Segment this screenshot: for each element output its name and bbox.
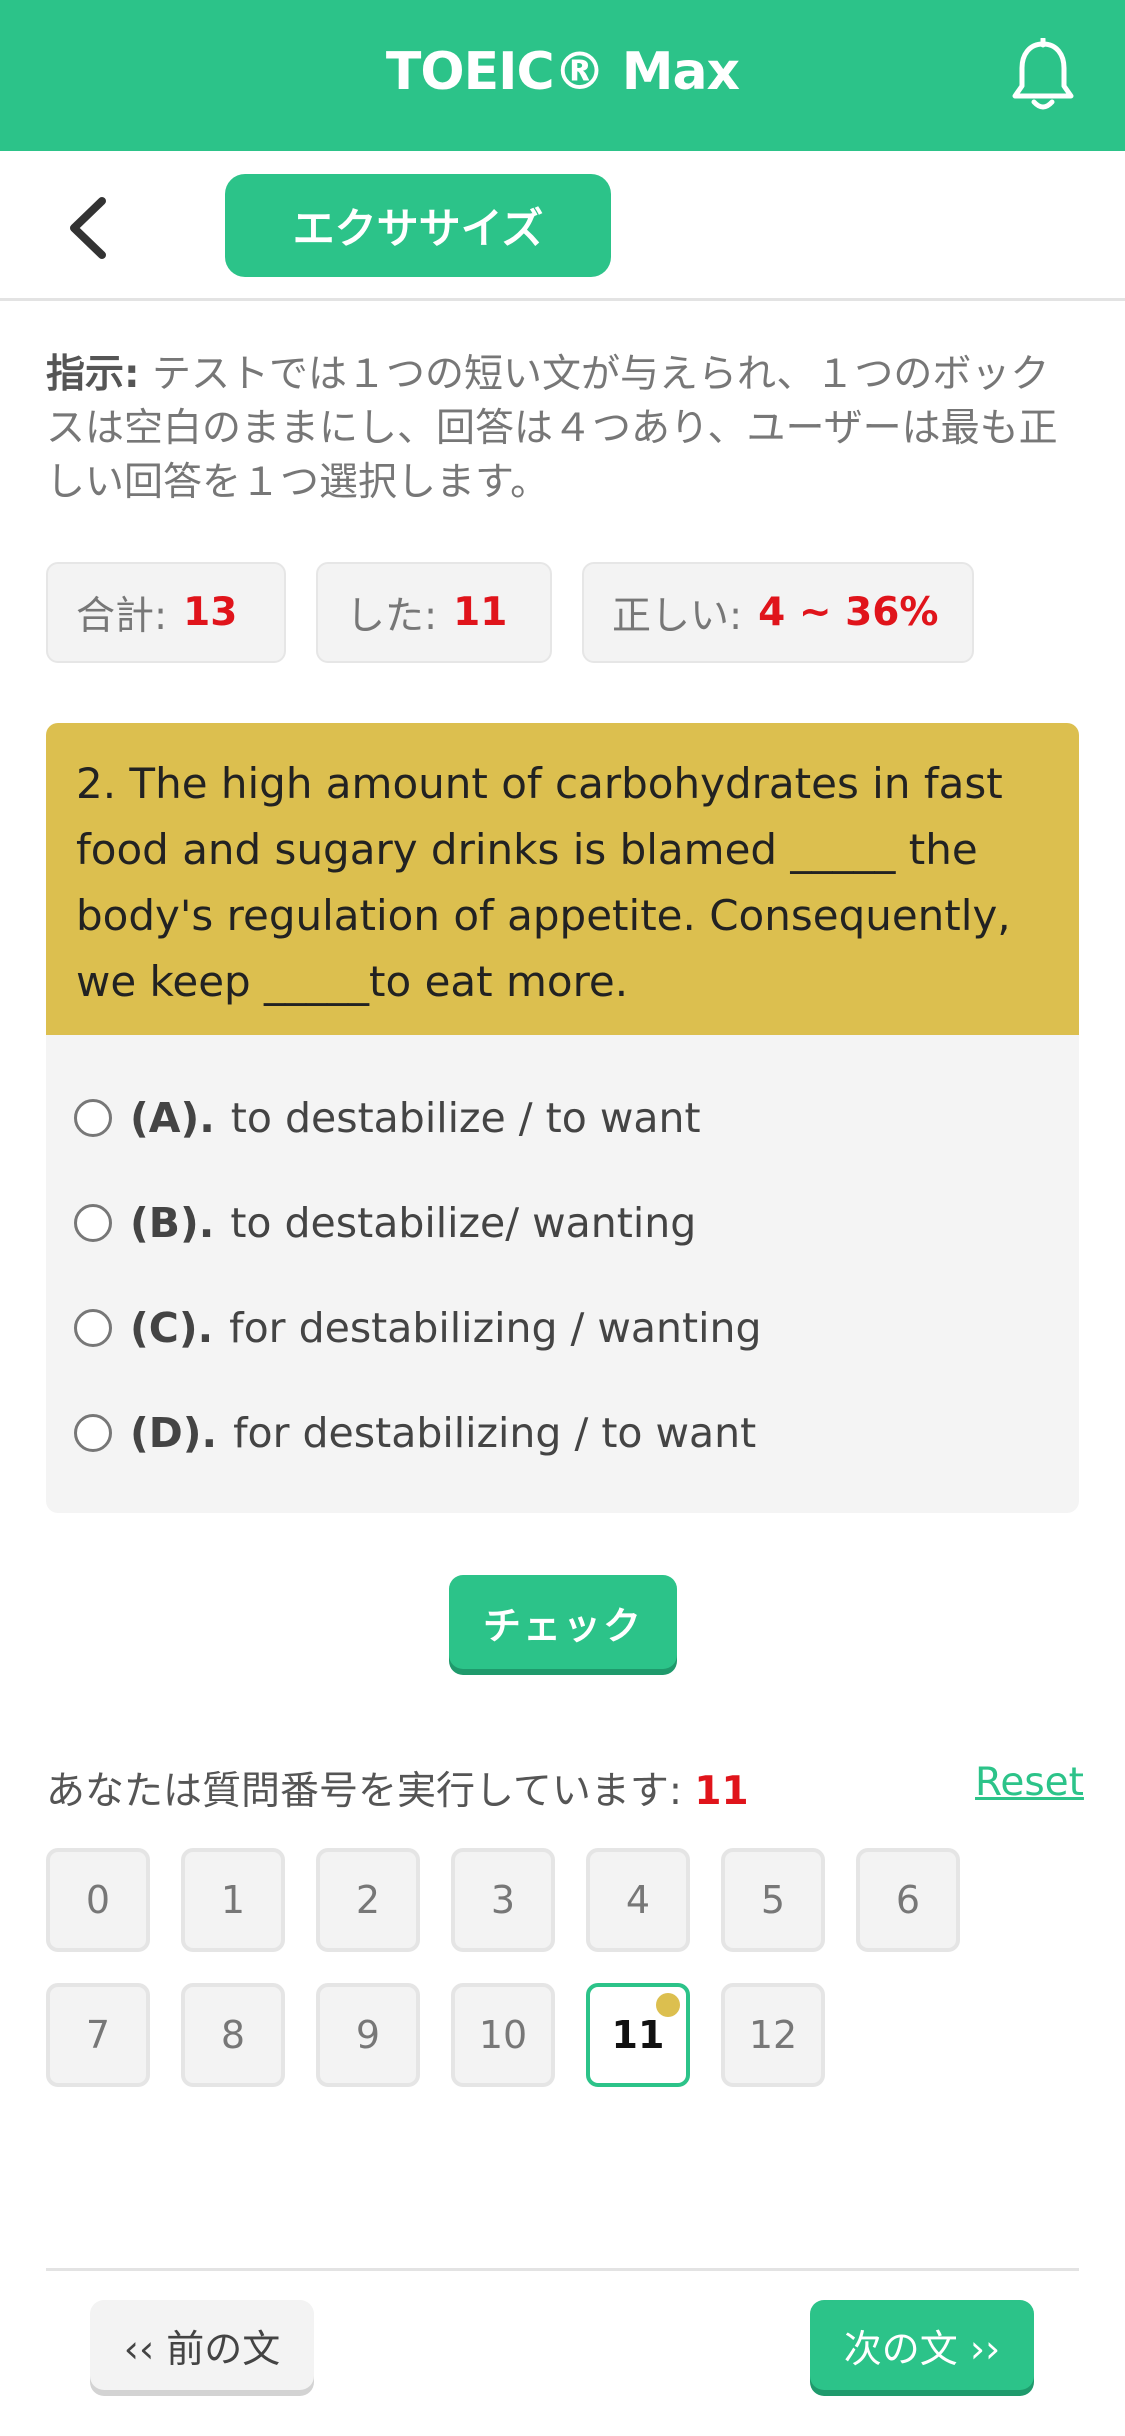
stat-total-value: 13	[183, 590, 238, 635]
instruction-label: 指示:	[46, 352, 140, 397]
instruction-body: テストでは１つの短い文が与えられ、１つのボックスは空白のままにし、回答は４つあり…	[46, 352, 1058, 505]
radio-button[interactable]	[74, 1204, 112, 1242]
option-c[interactable]: (C). for destabilizing / wanting	[74, 1293, 762, 1363]
previous-sentence-button[interactable]: ‹‹ 前の文	[90, 2300, 314, 2390]
option-letter: (D).	[130, 1409, 218, 1457]
stat-correct-value: 4 ~ 36%	[758, 590, 939, 635]
stat-done-value: 11	[453, 590, 508, 635]
instruction-text: 指示: テストでは１つの短い文が与えられ、１つのボックスは空白のままにし、回答は…	[46, 348, 1076, 510]
app-title: TOEIC® Max	[385, 42, 740, 102]
radio-button[interactable]	[74, 1099, 112, 1137]
question-text: 2. The high amount of carbohydrates in f…	[46, 723, 1079, 1035]
option-letter: (C).	[130, 1304, 214, 1352]
stat-total-label: 合計:	[76, 593, 168, 639]
question-number-button[interactable]: 6	[856, 1848, 960, 1952]
option-d[interactable]: (D). for destabilizing / to want	[74, 1398, 756, 1468]
question-number-button[interactable]: 3	[451, 1848, 555, 1952]
option-a[interactable]: (A). to destabilize / to want	[74, 1083, 701, 1153]
footer-divider	[46, 2268, 1079, 2271]
question-number-button[interactable]: 4	[586, 1848, 690, 1952]
question-number-label: 11	[611, 2013, 665, 2057]
current-marker-dot	[656, 1993, 680, 2017]
bell-icon[interactable]	[1010, 38, 1076, 114]
question-number-button[interactable]: 9	[316, 1983, 420, 2087]
option-letter: (B).	[130, 1199, 215, 1247]
check-button[interactable]: チェック	[449, 1575, 677, 1669]
tab-exercise[interactable]: エクササイズ	[225, 174, 611, 277]
reset-link[interactable]: Reset	[975, 1760, 1084, 1805]
question-number-button[interactable]: 10	[451, 1983, 555, 2087]
radio-button[interactable]	[74, 1309, 112, 1347]
stat-correct-label: 正しい:	[612, 593, 743, 639]
app-header: TOEIC® Max	[0, 0, 1125, 151]
question-number-button-current[interactable]: 11	[586, 1983, 690, 2087]
chevron-left-icon[interactable]	[60, 193, 120, 263]
option-text: for destabilizing / wanting	[229, 1304, 762, 1352]
stat-correct: 正しい: 4 ~ 36%	[582, 562, 974, 663]
question-number-button[interactable]: 1	[181, 1848, 285, 1952]
question-number-button[interactable]: 0	[46, 1848, 150, 1952]
next-sentence-button[interactable]: 次の文 ››	[810, 2300, 1034, 2390]
option-text: to destabilize / to want	[230, 1094, 701, 1142]
option-b[interactable]: (B). to destabilize/ wanting	[74, 1188, 696, 1258]
question-number-button[interactable]: 2	[316, 1848, 420, 1952]
radio-button[interactable]	[74, 1414, 112, 1452]
answer-options: (A). to destabilize / to want (B). to de…	[46, 1035, 1079, 1513]
current-question-indicator: あなたは質問番号を実行しています: 11	[46, 1760, 749, 1816]
question-number-button[interactable]: 8	[181, 1983, 285, 2087]
option-letter: (A).	[130, 1094, 215, 1142]
question-number-button[interactable]: 12	[721, 1983, 825, 2087]
stat-done: した: 11	[316, 562, 552, 663]
current-question-number: 11	[694, 1769, 749, 1814]
current-question-label: あなたは質問番号を実行しています:	[46, 1769, 682, 1814]
option-text: for destabilizing / to want	[233, 1409, 757, 1457]
question-number-button[interactable]: 7	[46, 1983, 150, 2087]
stat-total: 合計: 13	[46, 562, 286, 663]
toolbar: エクササイズ	[0, 151, 1125, 301]
stat-done-label: した:	[346, 593, 438, 639]
question-number-button[interactable]: 5	[721, 1848, 825, 1952]
option-text: to destabilize/ wanting	[230, 1199, 697, 1247]
